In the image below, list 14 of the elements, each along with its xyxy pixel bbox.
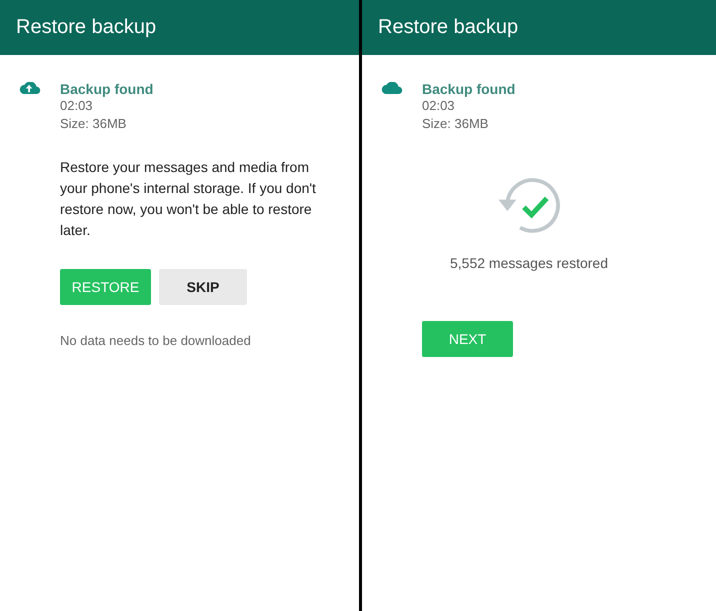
backup-heading: Backup found bbox=[60, 81, 154, 97]
backup-size: Size: 36MB bbox=[422, 115, 490, 133]
backup-time: 02:03 bbox=[422, 97, 456, 115]
backup-time: 02:03 bbox=[60, 97, 94, 115]
backup-size: Size: 36MB bbox=[60, 115, 128, 133]
screen-title: Restore backup bbox=[16, 16, 156, 39]
download-note: No data needs to be downloaded bbox=[60, 333, 252, 348]
action-button[interactable]: NEXT bbox=[422, 321, 513, 357]
screen-title: Restore backup bbox=[378, 16, 518, 39]
action-button[interactable]: SKIP bbox=[159, 269, 247, 305]
status-text: 5,552 messages restored bbox=[450, 255, 608, 271]
restore-message: Restore your messages and media from your phone's internal storage. If you don't restore now, you won't be able to restore later. bbox=[60, 158, 317, 240]
backup-heading: Backup found bbox=[422, 81, 516, 97]
action-button[interactable]: RESTORE bbox=[60, 269, 151, 305]
